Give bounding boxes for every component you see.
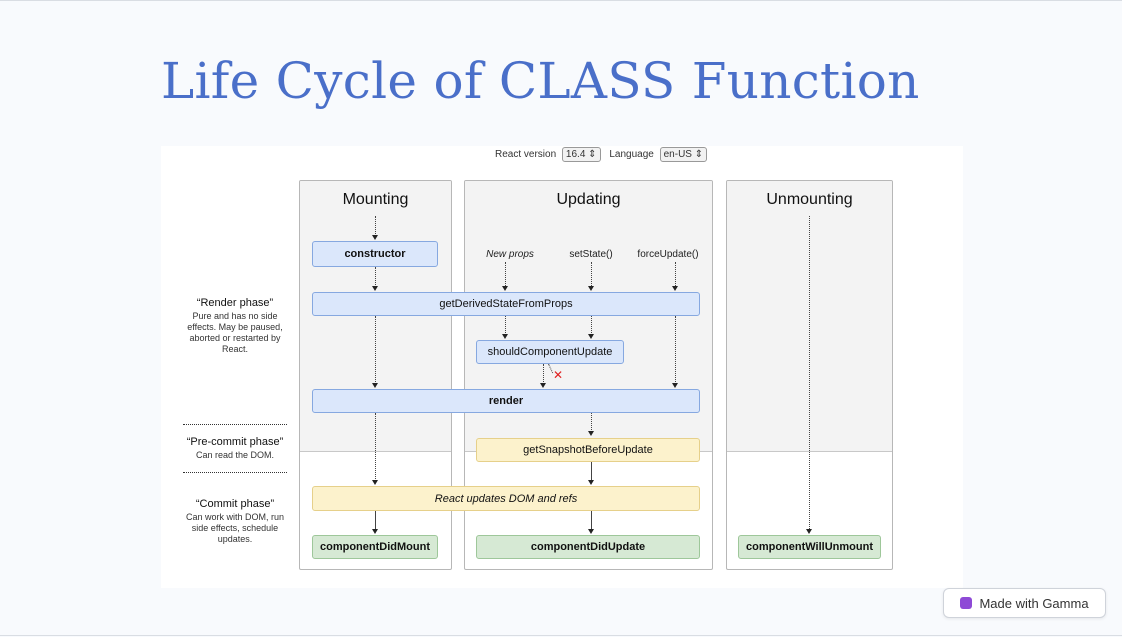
component-did-update-box: componentDidUpdate (476, 535, 700, 559)
arrowhead (540, 383, 546, 388)
render-phase-label: “Render phase” Pure and has no side effe… (183, 297, 287, 355)
get-snapshot-box: getSnapshotBeforeUpdate (476, 438, 700, 462)
phase-separator (183, 424, 287, 425)
top-border (0, 0, 1122, 1)
arrowhead (372, 480, 378, 485)
made-with-gamma-label: Made with Gamma (979, 595, 1089, 611)
gamma-logo-icon (960, 597, 973, 609)
connector (375, 316, 376, 384)
connector (809, 216, 810, 531)
connector (591, 462, 592, 481)
updating-title: Updating (556, 191, 621, 208)
arrowhead (588, 529, 594, 534)
slide-title: Life Cycle of CLASS Function (161, 52, 920, 110)
arrowhead (588, 431, 594, 436)
commit-phase-title: “Commit phase” (195, 498, 275, 510)
connector (675, 316, 676, 384)
connector (675, 262, 676, 286)
arrowhead (672, 383, 678, 388)
render-phase-description: Pure and has no side effects. May be pau… (187, 311, 283, 354)
arrowhead (588, 480, 594, 485)
commit-phase-description: Can work with DOM, run side effects, sch… (185, 512, 285, 544)
connector (591, 413, 592, 432)
language-label: Language (609, 149, 654, 160)
mounting-title: Mounting (342, 191, 409, 208)
arrowhead (372, 529, 378, 534)
commit-phase-label: “Commit phase” Can work with DOM, run si… (183, 498, 287, 545)
trigger-set-state: setState() (569, 249, 613, 260)
should-component-update-box: shouldComponentUpdate (476, 340, 624, 364)
constructor-box: constructor (312, 241, 438, 267)
arrowhead (372, 383, 378, 388)
react-version-label: React version (495, 149, 557, 160)
arrowhead (588, 286, 594, 291)
connector (375, 511, 376, 530)
connector (591, 262, 592, 286)
render-box: render (312, 389, 700, 413)
connector (543, 364, 544, 384)
bottom-border (0, 635, 1122, 636)
made-with-gamma-button[interactable]: Made with Gamma (943, 588, 1106, 618)
arrowhead (672, 286, 678, 291)
trigger-force-update: forceUpdate() (637, 249, 699, 260)
connector (375, 413, 376, 481)
render-phase-title: “Render phase” (196, 297, 274, 309)
x-mark-icon: ✕ (553, 368, 564, 382)
precommit-phase-title: “Pre-commit phase” (186, 436, 284, 448)
react-version-select[interactable]: 16.4 ⇕ (561, 147, 601, 162)
arrowhead (372, 235, 378, 240)
trigger-new-props: New props (486, 249, 534, 260)
arrowhead (502, 286, 508, 291)
arrowhead (806, 529, 812, 534)
diagram-controls: React version 16.4 ⇕ Language en-US ⇕ (495, 147, 713, 162)
precommit-phase-description: Can read the DOM. (195, 450, 275, 460)
connector (591, 511, 592, 530)
get-derived-state-box: getDerivedStateFromProps (312, 292, 700, 316)
connector (591, 316, 592, 335)
arrowhead (372, 286, 378, 291)
connector (505, 262, 506, 286)
component-did-mount-box: componentDidMount (312, 535, 438, 559)
arrowhead (588, 334, 594, 339)
precommit-phase-label: “Pre-commit phase” Can read the DOM. (183, 436, 287, 461)
connector (375, 267, 376, 287)
connector (505, 316, 506, 335)
dom-update-box: React updates DOM and refs (312, 486, 700, 511)
connector (375, 216, 376, 236)
unmounting-title: Unmounting (766, 191, 853, 208)
language-select[interactable]: en-US ⇕ (659, 147, 708, 162)
phase-separator (183, 472, 287, 473)
arrowhead (502, 334, 508, 339)
component-will-unmount-box: componentWillUnmount (738, 535, 881, 559)
